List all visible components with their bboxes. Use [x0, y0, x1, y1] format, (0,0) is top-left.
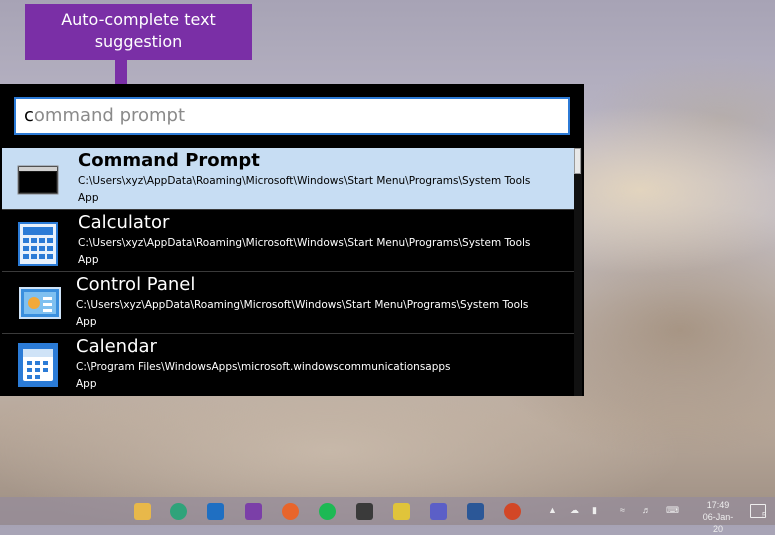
calendar-icon [17, 343, 59, 387]
onedrive-icon[interactable]: ☁ [570, 505, 579, 516]
search-autocomplete-suggestion: ommand prompt [33, 105, 186, 126]
taskbar: ▲ ☁ ▮ ≈ ♬ ⌨ 17:49 06-Jan-20 5 [0, 497, 775, 534]
onenote-icon[interactable] [245, 503, 262, 520]
control-panel-icon [19, 286, 61, 326]
command-prompt-icon [17, 160, 59, 200]
result-title: Calculator [78, 212, 170, 233]
terminal-icon[interactable] [356, 503, 373, 520]
search-typed-text: c [24, 105, 34, 126]
clock-time: 17:49 [706, 500, 730, 510]
calculator-icon [17, 222, 59, 266]
sticky-notes-icon[interactable] [393, 503, 410, 520]
outlook-icon[interactable] [207, 503, 224, 520]
result-title: Control Panel [76, 274, 196, 295]
result-item-control-panel[interactable]: Control Panel C:\Users\xyz\AppData\Roami… [2, 272, 574, 334]
volume-icon[interactable]: ♬ [642, 505, 651, 515]
keyboard-icon[interactable]: ⌨ [666, 505, 679, 516]
result-item-calculator[interactable]: Calculator C:\Users\xyz\AppData\Roaming\… [2, 210, 574, 272]
callout-line-2: suggestion [94, 32, 183, 51]
results-scrollbar[interactable] [574, 148, 582, 396]
result-path: C:\Users\xyz\AppData\Roaming\Microsoft\W… [78, 237, 531, 249]
result-kind: App [76, 378, 97, 390]
clock-date: 06-Jan-20 [702, 512, 734, 534]
chevron-up-icon[interactable]: ▲ [548, 505, 557, 515]
file-explorer-icon[interactable] [134, 503, 151, 520]
result-path: C:\Users\xyz\AppData\Roaming\Microsoft\W… [76, 299, 529, 311]
results-list: Command Prompt C:\Users\xyz\AppData\Roam… [2, 148, 574, 395]
teams-icon[interactable] [430, 503, 447, 520]
wifi-icon[interactable]: ≈ [620, 505, 625, 515]
notification-count: 5 [762, 511, 767, 520]
firefox-icon[interactable] [282, 503, 299, 520]
callout-line-1: Auto-complete text [61, 10, 216, 29]
word-icon[interactable] [467, 503, 484, 520]
annotation-callout: Auto-complete text suggestion [25, 4, 252, 60]
spotify-icon[interactable] [319, 503, 336, 520]
launcher-window: command prompt Command Prompt C:\Users\x… [0, 84, 584, 396]
result-title: Command Prompt [78, 150, 260, 171]
result-item-calendar[interactable]: Calendar C:\Program Files\WindowsApps\mi… [2, 334, 574, 395]
result-path: C:\Program Files\WindowsApps\microsoft.w… [76, 361, 451, 373]
result-kind: App [78, 192, 99, 204]
scrollbar-thumb[interactable] [574, 148, 581, 174]
result-title: Calendar [76, 336, 157, 357]
result-item-command-prompt[interactable]: Command Prompt C:\Users\xyz\AppData\Roam… [2, 148, 574, 210]
taskbar-clock[interactable]: 17:49 06-Jan-20 [698, 499, 738, 535]
battery-icon[interactable]: ▮ [592, 505, 597, 516]
result-kind: App [78, 254, 99, 266]
result-path: C:\Users\xyz\AppData\Roaming\Microsoft\W… [78, 175, 531, 187]
edge-icon[interactable] [170, 503, 187, 520]
powerpoint-icon[interactable] [504, 503, 521, 520]
search-input[interactable]: command prompt [14, 97, 570, 135]
result-kind: App [76, 316, 97, 328]
